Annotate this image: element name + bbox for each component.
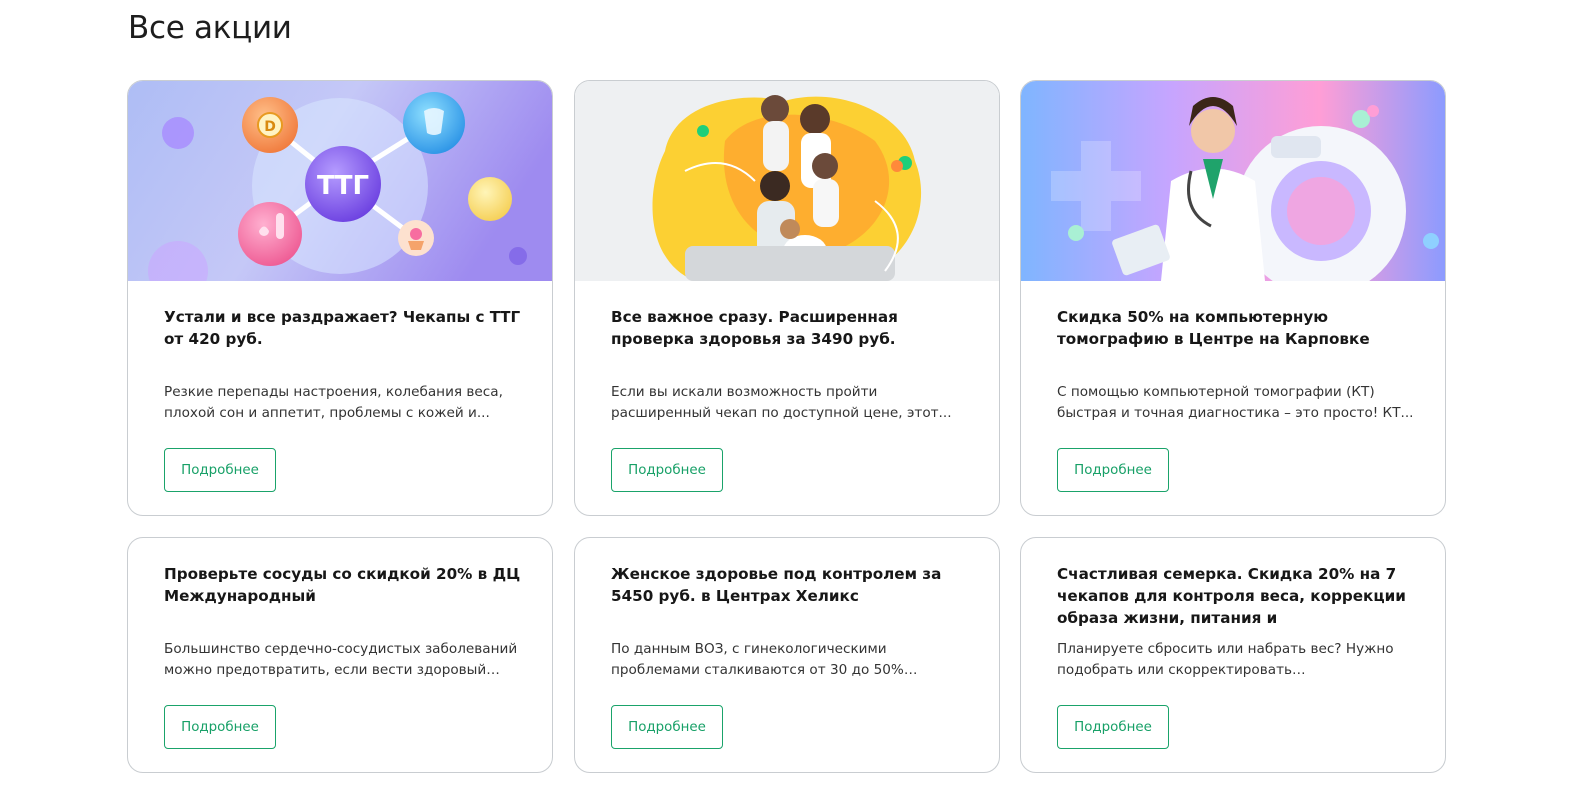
promo-card-body: Женское здоровье под контролем за 5450 р… bbox=[611, 563, 969, 681]
promo-description: Если вы искали возможность пройти расшир… bbox=[611, 384, 952, 421]
promo-description: С помощью компьютерной томографии (КТ) б… bbox=[1057, 384, 1414, 421]
promo-card-ct[interactable]: Скидка 50% на компьютерную томографию в … bbox=[1020, 80, 1446, 516]
promo-title: Скидка 50% на компьютерную томографию в … bbox=[1057, 308, 1370, 348]
promo-card-body: Счастливая семерка. Скидка 20% на 7 чека… bbox=[1057, 563, 1415, 681]
promo-card-body: Скидка 50% на компьютерную томографию в … bbox=[1057, 306, 1415, 424]
more-button[interactable]: Подробнее bbox=[164, 448, 276, 492]
promo-card-vessels[interactable]: Проверьте сосуды со скидкой 20% в ДЦ Меж… bbox=[127, 537, 553, 773]
promo-title: Женское здоровье под контролем за 5450 р… bbox=[611, 565, 942, 605]
promo-title: Устали и все раздражает? Чекапы с ТТГ от… bbox=[164, 308, 521, 348]
promo-image-tsh: D ТТГ bbox=[128, 81, 552, 281]
promo-image-doctor bbox=[1021, 81, 1445, 281]
more-button[interactable]: Подробнее bbox=[1057, 448, 1169, 492]
promo-title: Счастливая семерка. Скидка 20% на 7 чека… bbox=[1057, 565, 1406, 627]
more-button[interactable]: Подробнее bbox=[611, 705, 723, 749]
promo-card-women-health[interactable]: Женское здоровье под контролем за 5450 р… bbox=[574, 537, 1000, 773]
promo-card-lucky-seven[interactable]: Счастливая семерка. Скидка 20% на 7 чека… bbox=[1020, 537, 1446, 773]
more-button[interactable]: Подробнее bbox=[164, 705, 276, 749]
promo-card-tsh[interactable]: D ТТГ Устали и все раздражает? Чекапы с … bbox=[127, 80, 553, 516]
promo-title: Проверьте сосуды со скидкой 20% в ДЦ Меж… bbox=[164, 565, 521, 605]
page-title: Все акции bbox=[128, 10, 292, 46]
promo-image-family bbox=[575, 81, 999, 281]
promo-card-body: Все важное сразу. Расширенная проверка з… bbox=[611, 306, 969, 424]
promo-card-body: Устали и все раздражает? Чекапы с ТТГ от… bbox=[164, 306, 522, 424]
promo-description: Большинство сердечно-сосудистых заболева… bbox=[164, 641, 518, 678]
tsh-label: ТТГ bbox=[317, 171, 369, 201]
promo-card-body: Проверьте сосуды со скидкой 20% в ДЦ Меж… bbox=[164, 563, 522, 681]
promo-description: По данным ВОЗ, с гинекологическими пробл… bbox=[611, 641, 904, 678]
promo-title: Все важное сразу. Расширенная проверка з… bbox=[611, 308, 898, 348]
promo-description: Резкие перепады настроения, колебания ве… bbox=[164, 384, 503, 421]
promo-card-checkup[interactable]: Все важное сразу. Расширенная проверка з… bbox=[574, 80, 1000, 516]
promo-description: Планируете сбросить или набрать вес? Нуж… bbox=[1057, 641, 1394, 678]
more-button[interactable]: Подробнее bbox=[611, 448, 723, 492]
more-button[interactable]: Подробнее bbox=[1057, 705, 1169, 749]
vitamin-d-label: D bbox=[264, 119, 276, 135]
